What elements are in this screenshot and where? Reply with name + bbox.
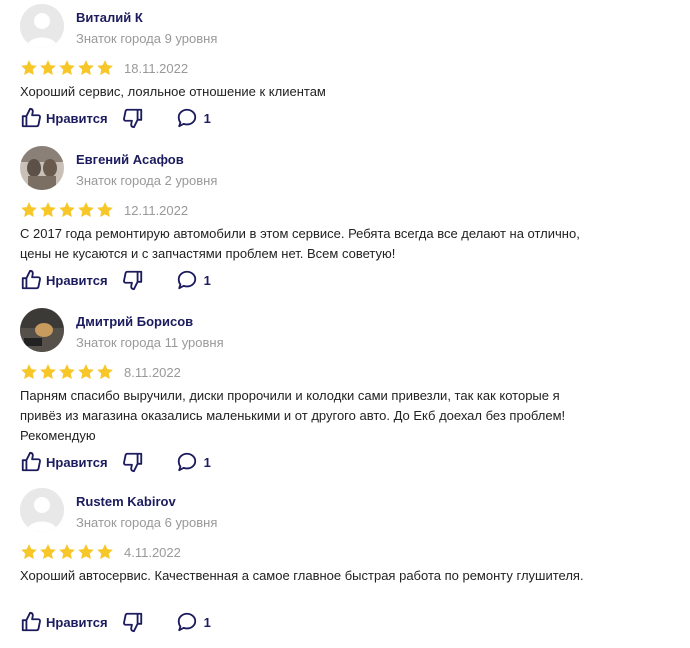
author-level: Знаток города 2 уровня	[76, 173, 218, 188]
comment-count: 1	[203, 272, 211, 288]
like-button[interactable]: Нравится	[20, 107, 108, 129]
star-icon	[21, 364, 37, 380]
rating-row: 18.11.2022	[20, 58, 188, 78]
thumbs-up-icon	[21, 611, 41, 632]
star-icon	[21, 202, 37, 218]
review-text: С 2017 года ремонтирую автомобили в этом…	[20, 226, 580, 261]
dislike-button[interactable]	[122, 611, 144, 633]
comment-count: 1	[203, 110, 211, 126]
review-actions: Нравится 1	[20, 450, 211, 474]
author-level: Знаток города 9 уровня	[76, 31, 218, 46]
star-icon	[59, 544, 75, 560]
star-rating	[20, 543, 114, 561]
star-icon	[97, 544, 113, 560]
star-icon	[21, 60, 37, 76]
like-label: Нравится	[46, 614, 108, 630]
star-icon	[78, 202, 94, 218]
star-icon	[40, 364, 56, 380]
like-button[interactable]: Нравится	[20, 451, 108, 473]
comment-icon	[177, 612, 196, 632]
thumbs-down-icon	[122, 612, 142, 633]
review-date: 8.11.2022	[124, 364, 181, 380]
dislike-button[interactable]	[122, 107, 144, 129]
star-icon	[40, 202, 56, 218]
review-actions: Нравится 1	[20, 268, 211, 292]
review-actions: Нравится 1	[20, 106, 211, 130]
star-icon	[78, 364, 94, 380]
thumbs-up-icon	[21, 269, 41, 290]
star-icon	[97, 60, 113, 76]
review-date: 4.11.2022	[124, 544, 181, 560]
author-name[interactable]: Rustem Kabirov	[76, 494, 176, 509]
comment-count: 1	[203, 454, 211, 470]
star-icon	[78, 544, 94, 560]
like-button[interactable]: Нравится	[20, 269, 108, 291]
thumbs-down-icon	[122, 108, 142, 129]
star-icon	[97, 364, 113, 380]
author-name[interactable]: Евгений Асафов	[76, 152, 184, 167]
review-text: Хороший автосервис. Качественная а самое…	[20, 568, 584, 583]
star-icon	[97, 202, 113, 218]
like-label: Нравится	[46, 110, 108, 126]
rating-row: 4.11.2022	[20, 542, 181, 562]
comment-icon	[177, 270, 196, 290]
comment-count: 1	[203, 614, 211, 630]
review-date: 12.11.2022	[124, 202, 189, 218]
rating-row: 12.11.2022	[20, 200, 188, 220]
avatar-placeholder-icon[interactable]	[20, 4, 64, 48]
comments-button[interactable]: 1	[176, 451, 211, 473]
star-rating	[20, 363, 114, 381]
star-icon	[40, 544, 56, 560]
author-avatar[interactable]	[20, 308, 64, 352]
star-rating	[20, 201, 114, 219]
thumbs-down-icon	[122, 270, 142, 291]
like-label: Нравится	[46, 454, 108, 470]
rating-row: 8.11.2022	[20, 362, 181, 382]
thumbs-down-icon	[122, 452, 142, 473]
author-name[interactable]: Виталий К	[76, 10, 143, 25]
star-icon	[59, 202, 75, 218]
comments-button[interactable]: 1	[176, 611, 211, 633]
review-text: Хороший сервис, лояльное отношение к кли…	[20, 84, 326, 99]
review-text: Парням спасибо выручили, диски пророчили…	[20, 388, 566, 443]
review-actions: Нравится 1	[20, 610, 211, 634]
star-icon	[59, 60, 75, 76]
comment-icon	[177, 452, 196, 472]
star-rating	[20, 59, 114, 77]
star-icon	[59, 364, 75, 380]
dislike-button[interactable]	[122, 451, 144, 473]
like-button[interactable]: Нравится	[20, 611, 108, 633]
thumbs-up-icon	[21, 451, 41, 472]
star-icon	[40, 60, 56, 76]
avatar-placeholder-icon[interactable]	[20, 488, 64, 532]
author-level: Знаток города 6 уровня	[76, 515, 218, 530]
comments-button[interactable]: 1	[176, 107, 211, 129]
comment-icon	[177, 108, 196, 128]
reviews-list: Виталий К Знаток города 9 уровня 18.11.2…	[0, 0, 690, 648]
dislike-button[interactable]	[122, 269, 144, 291]
like-label: Нравится	[46, 272, 108, 288]
star-icon	[21, 544, 37, 560]
author-avatar[interactable]	[20, 146, 64, 190]
star-icon	[78, 60, 94, 76]
comments-button[interactable]: 1	[176, 269, 211, 291]
thumbs-up-icon	[21, 107, 41, 128]
author-name[interactable]: Дмитрий Борисов	[76, 314, 193, 329]
review-date: 18.11.2022	[124, 60, 189, 76]
author-level: Знаток города 11 уровня	[76, 335, 224, 350]
